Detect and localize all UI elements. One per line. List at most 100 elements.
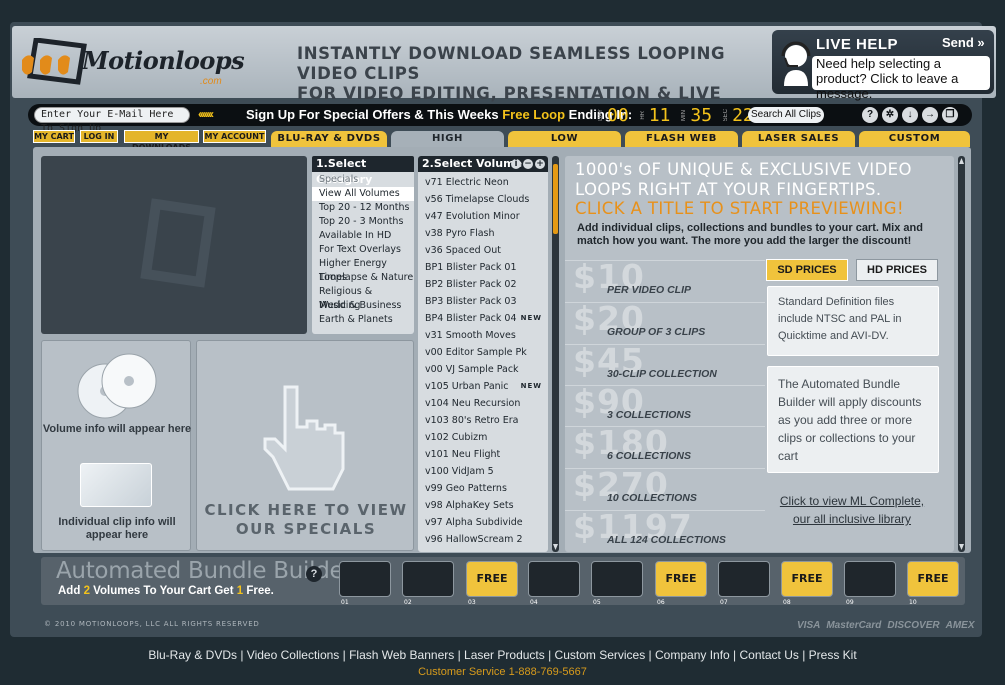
volume-item[interactable]: v102 Cubizm: [418, 429, 548, 446]
live-help-widget[interactable]: LIVE HELP Send » Need help selecting a p…: [772, 30, 994, 101]
price-row: $45 30-CLIP COLLECTION: [565, 341, 765, 386]
category-panel: 1.Select Category Specials View All Volu…: [312, 156, 414, 334]
price-label: GROUP OF 3 CLIPS: [607, 326, 706, 338]
category-item[interactable]: Earth & Planets: [312, 313, 414, 327]
bundle-slot[interactable]: [718, 561, 770, 597]
volume-item[interactable]: BP3 Blister Pack 03: [418, 293, 548, 310]
volume-item[interactable]: v97 Alpha Subdivide: [418, 514, 548, 531]
bundle-slot[interactable]: [402, 561, 454, 597]
category-item[interactable]: Available In HD: [312, 229, 414, 243]
volume-item-label: v36 Spaced Out: [425, 245, 501, 256]
footer-links[interactable]: Blu-Ray & DVDs | Video Collections | Fla…: [0, 648, 1005, 662]
bundle-slot[interactable]: [339, 561, 391, 597]
price-label: PER VIDEO CLIP: [607, 284, 692, 296]
category-item[interactable]: For Text Overlays: [312, 243, 414, 257]
download-icon[interactable]: ↓: [902, 107, 918, 123]
volume-item[interactable]: v103 80's Retro Era: [418, 412, 548, 429]
bundle-builder: Automated Bundle Builder ? Add 2 Volumes…: [41, 557, 965, 606]
expand-icon[interactable]: +: [535, 159, 545, 169]
volume-item[interactable]: BP4 Blister Pack 04 NEW: [418, 310, 548, 327]
clip-info-text: Individual clip info will appear here: [58, 516, 176, 541]
volume-item[interactable]: v56 Timelapse Clouds: [418, 191, 548, 208]
bundle-slot-free[interactable]: FREE: [466, 561, 518, 597]
ml-link-line2: our all inclusive library: [792, 512, 912, 526]
search-all-clips-button[interactable]: Search All Clips: [748, 107, 824, 123]
volume-item-label: BP4 Blister Pack 04: [425, 313, 517, 324]
my-account-button[interactable]: MY ACCOUNT: [203, 130, 266, 143]
volume-item[interactable]: v36 Spaced Out: [418, 242, 548, 259]
copy-icon[interactable]: ❐: [942, 107, 958, 123]
pricing-headline: 1000's OF UNIQUE & EXCLUSIVE VIDEO LOOPS…: [575, 160, 912, 219]
sd-prices-tab[interactable]: SD PRICES: [766, 259, 848, 281]
toolbar-icons: ? ✲ ↓ → ❐: [862, 107, 958, 123]
category-item[interactable]: Timelapse & Nature: [312, 271, 414, 285]
forward-icon[interactable]: →: [922, 107, 938, 123]
ml-complete-link[interactable]: Click to view ML Complete, our all inclu…: [765, 492, 939, 528]
view-specials-label[interactable]: CLICK HERE TO VIEW OUR SPECIALS: [197, 501, 415, 539]
volume-item[interactable]: v105 Urban Panic NEW: [418, 378, 548, 395]
volume-scrollbar[interactable]: [551, 156, 560, 552]
category-item[interactable]: Top 20 - 12 Months: [312, 201, 414, 215]
collapse-icon[interactable]: −: [523, 159, 533, 169]
category-item-selected[interactable]: View All Volumes: [312, 187, 414, 201]
bundle-slot-free[interactable]: FREE: [907, 561, 959, 597]
volume-item[interactable]: BP2 Blister Pack 02: [418, 276, 548, 293]
category-item[interactable]: Music & Business: [312, 299, 414, 313]
help-icon[interactable]: ?: [862, 107, 878, 123]
bundle-slot[interactable]: [844, 561, 896, 597]
bundle-slot-free[interactable]: FREE: [781, 561, 833, 597]
volume-item[interactable]: v98 AlphaKey Sets: [418, 497, 548, 514]
price-row: $270 10 COLLECTIONS: [565, 465, 765, 510]
volume-item[interactable]: v96 HallowScream 2: [418, 531, 548, 548]
volume-item[interactable]: v31 Smooth Moves: [418, 327, 548, 344]
bundle-slot[interactable]: [591, 561, 643, 597]
my-cart-button[interactable]: MY CART: [33, 130, 75, 143]
volume-item-label: v56 Timelapse Clouds: [425, 194, 530, 205]
video-preview-player[interactable]: [41, 156, 307, 334]
hd-prices-tab[interactable]: HD PRICES: [856, 259, 938, 281]
pricing-scrollbar[interactable]: [957, 156, 966, 552]
volume-item[interactable]: v00 VJ Sample Pack: [418, 361, 548, 378]
volume-item-label: BP3 Blister Pack 03: [425, 296, 517, 307]
my-downloads-button[interactable]: MY DOWNLOADS: [124, 130, 199, 152]
countdown-day: 00: [607, 104, 629, 126]
tab-laser-sales[interactable]: LASER SALES: [742, 131, 855, 147]
volume-item[interactable]: v99 Geo Patterns: [418, 480, 548, 497]
tab-custom-services[interactable]: CUSTOM SERVICES: [859, 131, 970, 160]
volume-item[interactable]: v38 Pyro Flash: [418, 225, 548, 242]
volume-item[interactable]: BP1 Blister Pack 01: [418, 259, 548, 276]
live-help-message[interactable]: Need help selecting a product? Click to …: [812, 56, 990, 101]
volume-heading: 2.Select Volume i − +: [418, 156, 548, 172]
log-in-button[interactable]: LOG IN: [80, 130, 118, 143]
volume-item[interactable]: v104 Neu Recursion: [418, 395, 548, 412]
volume-item[interactable]: v00 Editor Sample Pk: [418, 344, 548, 361]
volume-item[interactable]: v101 Neu Flight: [418, 446, 548, 463]
logo-wordmark[interactable]: Motionloops: [82, 46, 245, 75]
volume-item[interactable]: v47 Evolution Minor: [418, 208, 548, 225]
volume-item[interactable]: v71 Electric Neon: [418, 174, 548, 191]
volume-controls: i − +: [511, 159, 545, 169]
category-item[interactable]: Religious & Wedding: [312, 285, 414, 311]
tab-high-resolutions[interactable]: HIGH RESOLUTIONS: [391, 131, 504, 160]
price-row: $90 3 COLLECTIONS: [565, 382, 765, 427]
settings-icon[interactable]: ✲: [882, 107, 898, 123]
category-item[interactable]: Higher Energy Loops: [312, 257, 414, 283]
volume-item-label: v105 Urban Panic: [425, 381, 509, 392]
volume-item-label: BP1 Blister Pack 01: [425, 262, 517, 273]
specials-panel[interactable]: CLICK HERE TO VIEW OUR SPECIALS: [196, 340, 414, 551]
tab-flash-web-banners[interactable]: FLASH WEB BANNERS: [625, 131, 738, 160]
email-signup-input[interactable]: Enter Your E-Mail Here To Sign Up: [34, 107, 190, 134]
volume-item[interactable]: v100 VidJam 5: [418, 463, 548, 480]
bundle-slot[interactable]: [528, 561, 580, 597]
bundle-help-icon[interactable]: ?: [306, 566, 322, 582]
pricing-panel: 1000's OF UNIQUE & EXCLUSIVE VIDEO LOOPS…: [565, 156, 954, 552]
category-item[interactable]: Top 20 - 3 Months: [312, 215, 414, 229]
volume-info-icon[interactable]: i: [511, 159, 521, 169]
live-help-send-button[interactable]: Send »: [942, 35, 985, 50]
bundle-slot-free[interactable]: FREE: [655, 561, 707, 597]
bundle-info-box: The Automated Bundle Builder will apply …: [767, 366, 939, 473]
tab-blu-ray-dvds[interactable]: BLU-RAY & DVDS: [271, 131, 387, 147]
price-label: 6 COLLECTIONS: [607, 450, 692, 462]
tab-low-resolutions[interactable]: LOW RESOLUTIONS: [508, 131, 621, 160]
pointing-hand-icon: [263, 385, 345, 491]
